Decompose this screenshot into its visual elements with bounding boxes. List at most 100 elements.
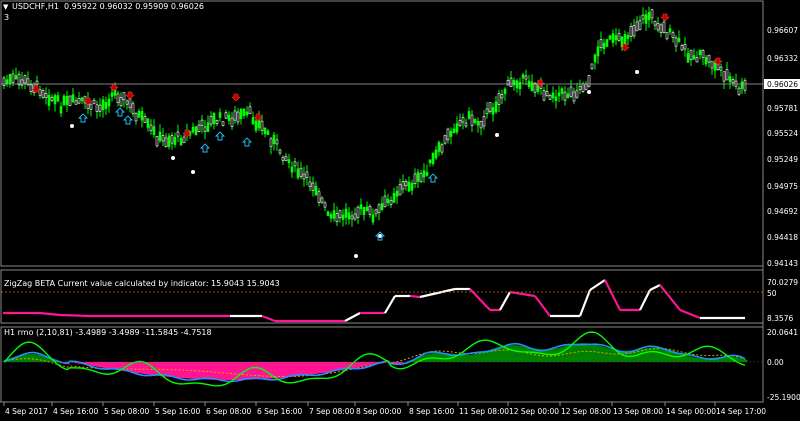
candle-body [125,100,129,105]
signal-markers [31,13,723,258]
price-label: 0.95249 [767,155,798,164]
candle-body [617,33,621,41]
candle-body [101,99,105,111]
buy-arrow-icon [114,107,126,117]
candle-body [629,26,633,37]
rmo-panel-title: H1 rmo (2,10,81) -3.4989 -3.4989 -11.584… [4,328,212,337]
candle-body [308,181,312,187]
zigzag-level-label: 8.3576 [767,314,793,323]
candle-body [593,54,597,63]
candle-body [446,128,450,141]
candle-body [209,115,213,125]
candle-body [437,142,441,152]
candle-body [239,109,243,119]
candle-body [167,135,171,147]
candle-body [650,9,654,19]
candle-body [407,181,411,192]
candle-body [161,135,165,142]
candle-body [158,131,162,142]
ohlc-values: 0.95922 0.96032 0.95909 0.96026 [64,2,205,11]
candle-body [647,12,651,21]
candle-body [95,104,99,112]
candle-body [107,98,111,107]
time-label: 5 Sep 08:00 [104,407,150,416]
trading-chart[interactable]: 0.96607 0.96332 0.96026 0.95781 0.95524 … [0,0,800,421]
time-label: 6 Sep 08:00 [206,407,252,416]
candle-body [542,90,546,101]
buy-arrow-icon [427,173,439,183]
candle-body [623,34,627,46]
candle-body [503,88,507,94]
chart-menu-arrow-icon[interactable]: ▼ [3,3,8,11]
candle-body [134,113,138,122]
candle-body [320,197,324,203]
candle-body [635,21,639,32]
candle-body [173,137,177,145]
rmo-level-label: 20.0641 [767,328,798,337]
candle-body [293,161,297,167]
candle-body [719,66,723,71]
candle-body [461,117,465,123]
zigzag-level-label: 50 [767,289,777,298]
sell-arrow-icon [125,91,135,100]
price-label: 0.94418 [767,233,798,242]
candle-body [614,35,618,41]
candle-body [341,214,345,220]
candle-body [404,181,408,186]
candle-body [338,210,342,218]
candle-body [416,171,420,182]
candle-body [47,94,51,106]
time-label: 5 Sep 16:00 [155,407,201,416]
candle-body [431,152,435,165]
candle-body [443,134,447,144]
candle-body [509,77,513,87]
candle-body [533,82,537,93]
candle-body [353,213,357,220]
buy-arrow-icon [122,115,134,125]
candle-body [311,182,315,191]
price-label: 0.94143 [767,259,798,268]
price-label: 0.94692 [767,207,798,216]
candle-body [287,159,291,164]
time-label: 7 Sep 08:00 [309,407,355,416]
candle-body [371,214,375,223]
candle-body [479,121,483,129]
candle-body [698,49,702,56]
candle-body [236,111,240,123]
candle-body [683,44,687,50]
candle-body [398,184,402,196]
candle-body [548,95,552,100]
zigzag-segment [419,287,456,299]
candle-body [80,97,84,102]
candle-body [563,91,567,101]
candlestick-series [2,6,747,227]
candle-body [497,93,501,105]
zigzag-segment [261,314,276,323]
candle-body [269,138,273,148]
sell-arrow-icon [253,113,263,122]
candle-body [128,98,132,109]
candle-body [494,101,498,113]
time-label: 11 Sep 08:00 [459,407,509,416]
candle-body [263,127,267,135]
candle-body [119,97,123,107]
candle-body [44,93,48,98]
candle-body [77,97,81,104]
candle-body [248,106,252,115]
candle-body [551,92,555,99]
candle-body [71,94,75,103]
candle-body [473,119,477,123]
candle-body [317,191,321,203]
candle-body [149,124,153,132]
candle-body [356,206,360,218]
zigzag-level-label: 70.0279 [767,278,798,287]
price-scale: 0.96607 0.96332 0.96026 0.95781 0.95524 … [764,26,800,268]
candle-body [581,83,585,92]
candle-body [476,120,480,126]
candle-body [296,168,300,179]
candle-body [590,63,594,69]
candle-body [413,173,417,184]
candle-body [254,120,258,131]
candle-body [389,199,393,205]
candle-body [632,25,636,37]
